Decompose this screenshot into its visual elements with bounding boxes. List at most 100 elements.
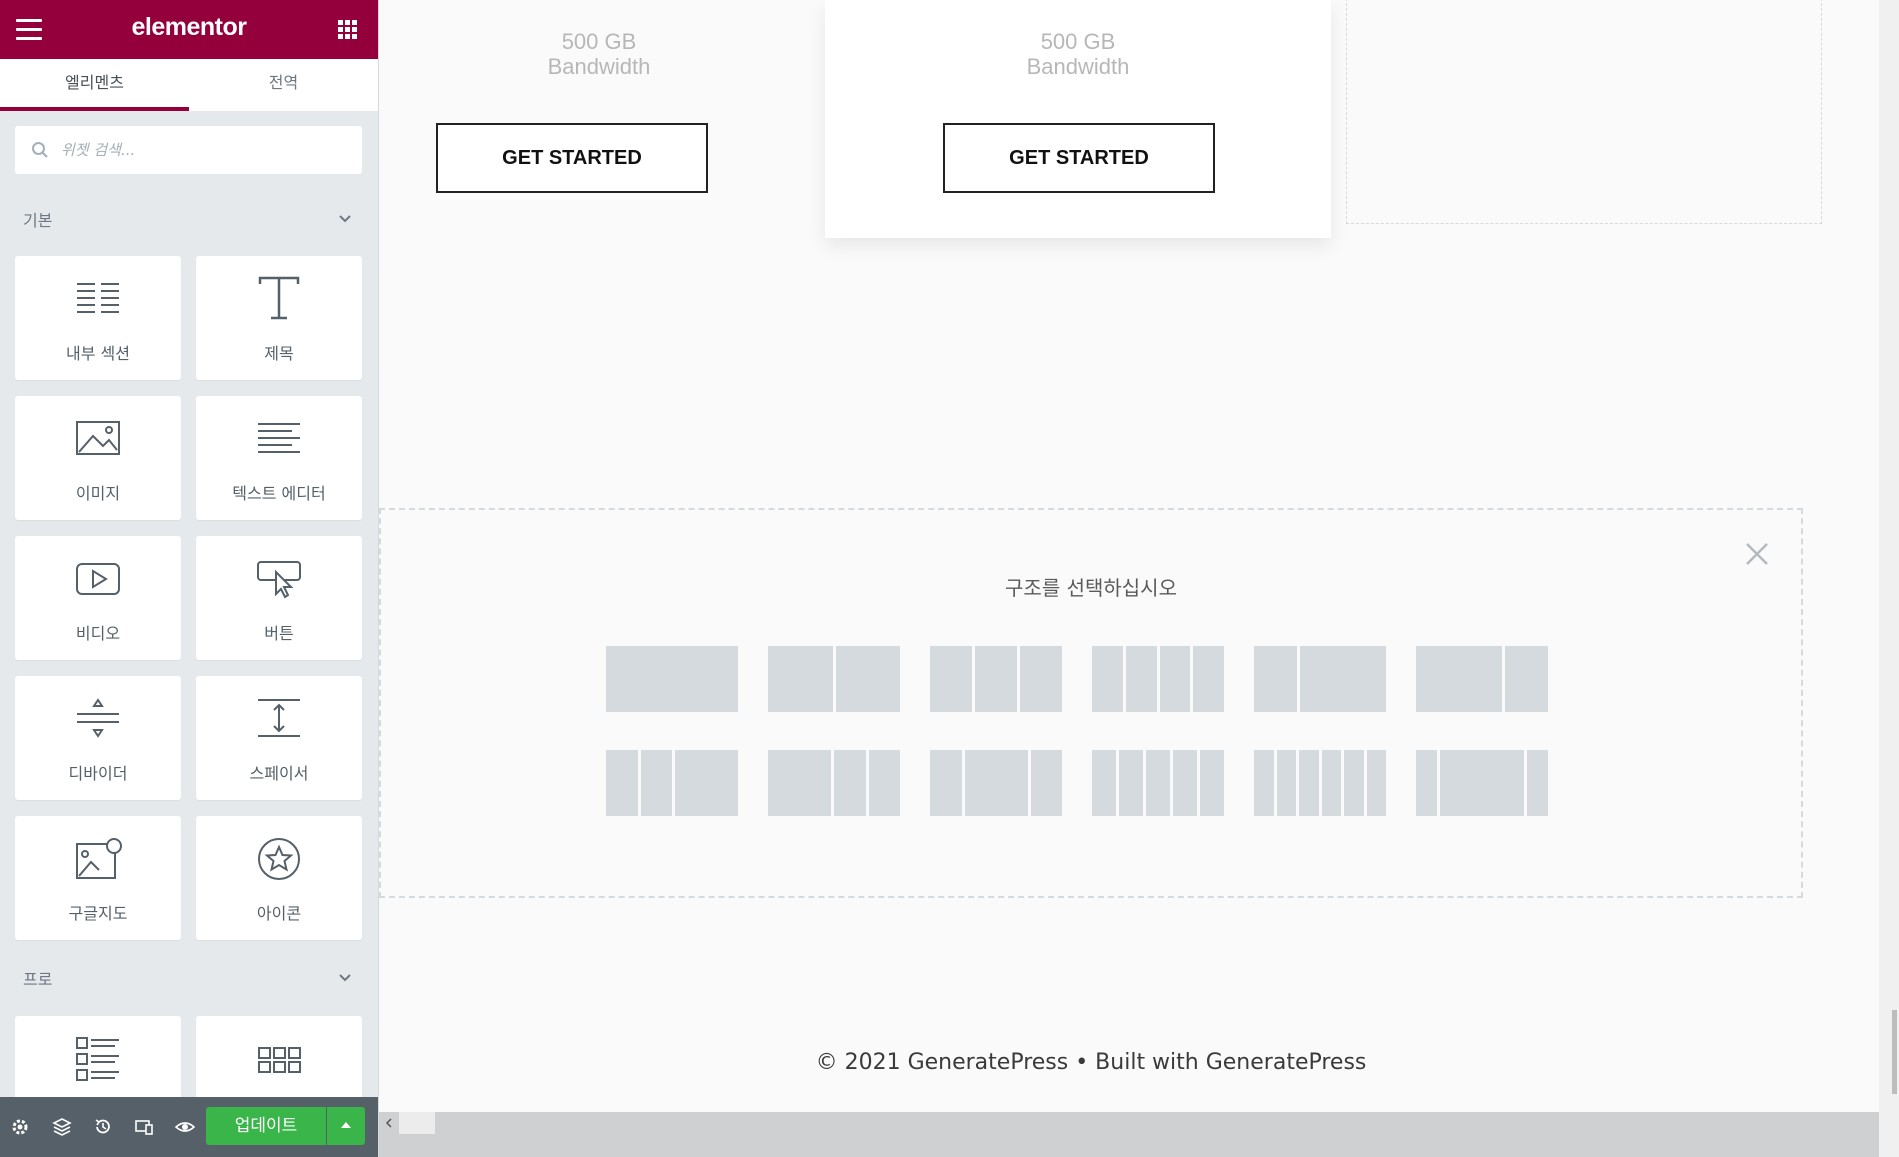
- widget-label: 비디오: [75, 624, 121, 643]
- divider-icon: [77, 698, 119, 738]
- widget-label: 제목: [264, 344, 294, 363]
- elementor-panel: elementor 엘리멘츠 전역 기본: [0, 0, 379, 1157]
- widget-label: 버튼: [264, 624, 294, 643]
- widget-text-editor[interactable]: 텍스트 에디터: [196, 396, 362, 520]
- preset-column: [1254, 750, 1274, 816]
- spacer-icon: [258, 699, 300, 737]
- widget-image[interactable]: 이미지: [15, 396, 181, 520]
- preset-column: [1193, 646, 1224, 712]
- get-started-button[interactable]: GET STARTED: [436, 123, 708, 193]
- button-icon: [257, 561, 301, 599]
- structure-preset[interactable]: [768, 646, 900, 712]
- widget-icon[interactable]: 아이콘: [196, 816, 362, 940]
- video-icon: [76, 563, 120, 595]
- widgets-grid-icon[interactable]: [338, 20, 358, 40]
- preset-column: [1030, 750, 1062, 816]
- preset-column: [1416, 750, 1437, 816]
- preset-column: [1505, 646, 1548, 712]
- widget-divider[interactable]: 디바이더: [15, 676, 181, 800]
- settings-icon[interactable]: [10, 1117, 30, 1137]
- chevron-down-icon[interactable]: [338, 973, 352, 983]
- bandwidth-text: 500 GB Bandwidth: [547, 29, 651, 79]
- structure-preset[interactable]: [930, 646, 1062, 712]
- category-title-pro[interactable]: 프로: [23, 966, 52, 990]
- scroll-left-icon[interactable]: [383, 1112, 395, 1134]
- preset-column: [1254, 646, 1297, 712]
- preset-column: [1344, 750, 1364, 816]
- preset-column: [606, 646, 738, 712]
- widget-label: 텍스트 에디터: [232, 484, 326, 503]
- structure-preset[interactable]: [930, 750, 1062, 816]
- chevron-down-icon[interactable]: [338, 214, 352, 224]
- widget-label: 디바이더: [68, 764, 128, 783]
- structure-preset[interactable]: [1254, 646, 1386, 712]
- caret-up-icon: [341, 1122, 351, 1128]
- preset-column: [964, 750, 1028, 816]
- preset-column: [1276, 750, 1296, 816]
- get-started-button[interactable]: GET STARTED: [943, 123, 1215, 193]
- widget-label: 구글지도: [68, 904, 128, 923]
- preset-column: [640, 750, 672, 816]
- widget-google-maps[interactable]: 구글지도: [15, 816, 181, 940]
- preset-column: [1527, 750, 1548, 816]
- history-icon[interactable]: [93, 1117, 113, 1137]
- structure-preset[interactable]: [1092, 646, 1224, 712]
- responsive-icon[interactable]: [134, 1117, 154, 1137]
- panel-tabs: 엘리멘츠 전역: [0, 59, 378, 111]
- widget-label: 이미지: [75, 484, 121, 503]
- bandwidth-text: 500 GB Bandwidth: [1026, 29, 1130, 79]
- navigator-icon[interactable]: [52, 1117, 72, 1137]
- search-icon: [32, 142, 48, 158]
- preset-column: [1092, 646, 1123, 712]
- horizontal-scrollbar[interactable]: [379, 1112, 1879, 1157]
- scrollbar-thumb[interactable]: [1892, 1010, 1897, 1094]
- structure-preset[interactable]: [606, 646, 738, 712]
- widget-label: 내부 섹션: [66, 344, 130, 363]
- preset-column: [1146, 750, 1170, 816]
- widget-heading[interactable]: 제목: [196, 256, 362, 380]
- preview-icon[interactable]: [175, 1117, 195, 1137]
- preset-column: [835, 646, 900, 712]
- structure-preset[interactable]: [768, 750, 900, 816]
- preset-column: [1119, 750, 1143, 816]
- structure-preset[interactable]: [1416, 646, 1548, 712]
- structure-preset[interactable]: [1092, 750, 1224, 816]
- structure-title: 구조를 선택하십시오: [1005, 576, 1177, 600]
- category-title-basic[interactable]: 기본: [23, 207, 52, 231]
- preset-column: [1366, 750, 1386, 816]
- update-options-button[interactable]: [327, 1107, 365, 1145]
- widget-button[interactable]: 버튼: [196, 536, 362, 660]
- site-footer-text: © 2021 GeneratePress • Built with Genera…: [815, 1050, 1367, 1075]
- structure-preset[interactable]: [1416, 750, 1548, 816]
- widget-video[interactable]: 비디오: [15, 536, 181, 660]
- vertical-scrollbar[interactable]: [1879, 0, 1899, 1157]
- structure-preset[interactable]: [1254, 750, 1386, 816]
- inner-section-icon: [77, 283, 119, 313]
- pricing-column-2: 500 GB Bandwidth GET STARTED: [825, 0, 1331, 238]
- widget-inner-section[interactable]: 내부 섹션: [15, 256, 181, 380]
- preset-column: [675, 750, 738, 816]
- preset-column: [1416, 646, 1502, 712]
- widget-label: 아이콘: [256, 904, 302, 923]
- widget-search[interactable]: [15, 126, 362, 174]
- google-maps-icon: [76, 838, 122, 879]
- preset-column: [1173, 750, 1197, 816]
- close-icon[interactable]: [1745, 542, 1769, 566]
- widget-spacer[interactable]: 스페이서: [196, 676, 362, 800]
- preset-column: [1321, 750, 1341, 816]
- tab-elements[interactable]: 엘리멘츠: [0, 59, 189, 111]
- search-input[interactable]: [59, 140, 343, 160]
- structure-preset[interactable]: [606, 750, 738, 816]
- heading-icon: [258, 276, 300, 320]
- preset-column: [930, 750, 962, 816]
- preset-column: [834, 750, 866, 816]
- preset-column: [1300, 646, 1386, 712]
- empty-column-placeholder[interactable]: [1346, 0, 1822, 224]
- tab-global[interactable]: 전역: [189, 59, 378, 111]
- preset-column: [975, 646, 1017, 712]
- update-button[interactable]: 업데이트: [206, 1107, 326, 1145]
- pricing-column-1: 500 GB Bandwidth GET STARTED: [379, 0, 819, 238]
- scrollbar-thumb[interactable]: [399, 1112, 435, 1134]
- preset-column: [1299, 750, 1319, 816]
- panel-header: elementor: [0, 0, 378, 59]
